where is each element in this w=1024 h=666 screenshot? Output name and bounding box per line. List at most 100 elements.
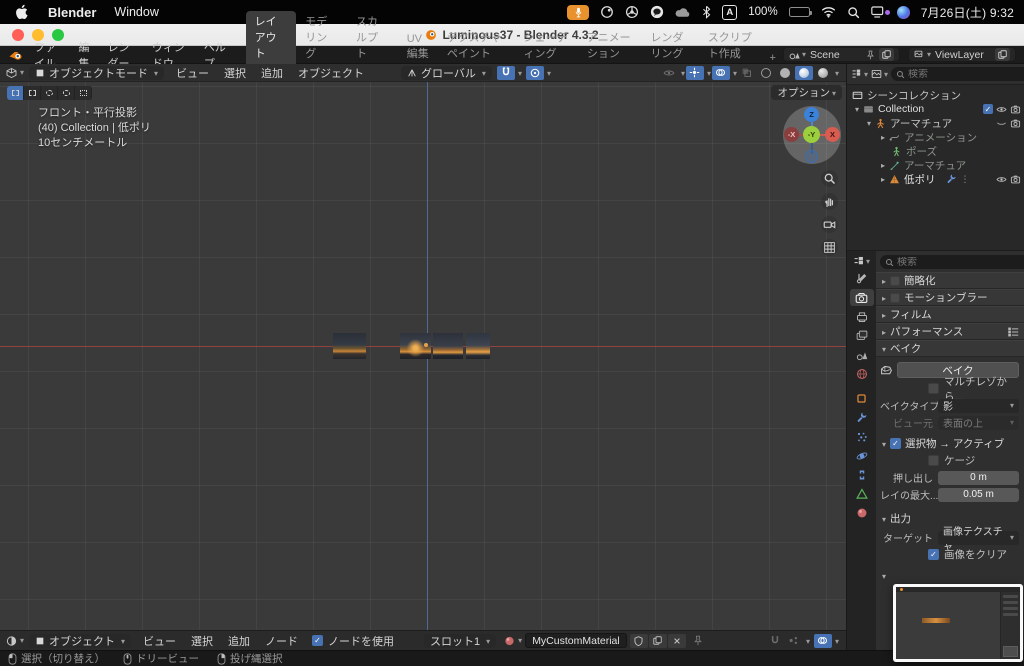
- tab-material-properties[interactable]: [850, 504, 874, 521]
- editor-type-shader-icon[interactable]: [5, 635, 24, 647]
- box-select-button[interactable]: [24, 86, 41, 100]
- row-label[interactable]: 低ポリ: [904, 172, 936, 187]
- camera-view-icon[interactable]: [821, 216, 838, 233]
- tab-sculpting[interactable]: スカルプト: [347, 11, 398, 64]
- outliner-row-armature-object[interactable]: アーマチュア: [847, 116, 1024, 130]
- shader-menu-node[interactable]: ノード: [258, 633, 305, 649]
- gizmo-x-ball[interactable]: X: [825, 127, 840, 142]
- tab-object-properties[interactable]: [850, 390, 874, 407]
- preset-list-icon[interactable]: [1008, 327, 1019, 337]
- disable-render-camera-icon[interactable]: [1010, 104, 1021, 115]
- expand-icon[interactable]: [867, 117, 871, 129]
- scene-name[interactable]: Scene: [810, 49, 862, 61]
- gizmo-neg-z-ball[interactable]: [805, 150, 818, 163]
- gizmo-neg-x-ball[interactable]: -X: [784, 127, 799, 142]
- 3d-viewport[interactable]: フロント・平行投影 (40) Collection | 低ポリ 10センチメート…: [0, 82, 846, 630]
- shader-overlays-arrow[interactable]: [833, 635, 839, 647]
- motion-blur-checkbox[interactable]: [890, 292, 901, 303]
- transform-orientation-selector[interactable]: グローバル: [401, 65, 492, 80]
- vp-menu-select[interactable]: 選択: [217, 65, 253, 81]
- cloud-app-icon[interactable]: [675, 6, 691, 18]
- use-nodes-checkbox[interactable]: [312, 635, 324, 646]
- circle-select-button[interactable]: [41, 86, 58, 100]
- outliner-row-armature-data[interactable]: アーマチュア: [847, 158, 1024, 172]
- editor-type-properties-icon[interactable]: [850, 254, 874, 268]
- tab-modifier-properties[interactable]: [850, 409, 874, 426]
- outliner-row-scene-collection[interactable]: シーンコレクション: [847, 88, 1024, 102]
- tab-uv-editing[interactable]: UV編集: [398, 31, 438, 64]
- select-mode-extra-button[interactable]: [75, 86, 92, 100]
- tweak-select-button[interactable]: [7, 86, 24, 100]
- show-object-types-arrow[interactable]: [679, 67, 685, 79]
- vp-menu-add[interactable]: 追加: [254, 65, 290, 81]
- scene-browse-icon[interactable]: [789, 50, 806, 60]
- tab-output-properties[interactable]: [850, 308, 874, 325]
- tab-animation[interactable]: アニメーション: [578, 27, 642, 64]
- tab-rendering[interactable]: レンダリング: [641, 27, 698, 64]
- menubar-item-window[interactable]: Window: [114, 5, 158, 19]
- expand-icon[interactable]: [881, 173, 885, 185]
- disable-render-camera-icon[interactable]: [1010, 118, 1021, 129]
- tab-object-data-properties[interactable]: [850, 485, 874, 502]
- expand-icon[interactable]: [881, 159, 885, 171]
- snap-dropdown-arrow[interactable]: [516, 67, 522, 79]
- row-label[interactable]: アーマチュア: [890, 116, 952, 131]
- scene-selector[interactable]: Scene: [782, 47, 900, 62]
- input-source-icon[interactable]: A: [722, 4, 738, 20]
- panel-motion-blur[interactable]: モーションブラー: [876, 289, 1024, 306]
- material-name[interactable]: MyCustomMaterial: [532, 635, 620, 647]
- shader-snap-arrow[interactable]: [804, 635, 810, 647]
- shader-snap-target-icon[interactable]: [785, 634, 803, 648]
- material-slot-selector[interactable]: スロット1: [424, 633, 497, 648]
- editor-type-outliner-icon[interactable]: [851, 69, 868, 79]
- viewlayer-selector[interactable]: ViewLayer: [907, 47, 1016, 62]
- tab-viewlayer-properties[interactable]: [850, 327, 874, 344]
- panel-bake[interactable]: ベイク: [876, 340, 1024, 357]
- panel-performance[interactable]: パフォーマンス: [876, 323, 1024, 340]
- simplify-checkbox[interactable]: [890, 275, 901, 286]
- material-name-field[interactable]: MyCustomMaterial: [525, 633, 627, 648]
- shading-dropdown-arrow[interactable]: [833, 67, 839, 79]
- tab-texture-paint[interactable]: テクスチャペイント: [438, 27, 515, 64]
- max-ray-field[interactable]: 0.05 m: [938, 487, 1019, 502]
- expand-icon[interactable]: [881, 131, 885, 143]
- toggle-ortho-icon[interactable]: [821, 239, 838, 256]
- target-dropdown[interactable]: 画像テクスチャ: [938, 527, 1019, 553]
- menubar-datetime[interactable]: 7月26日(土) 9:32: [921, 4, 1014, 21]
- row-label[interactable]: アーマチュア: [904, 158, 966, 173]
- tab-modeling[interactable]: モデリング: [296, 11, 347, 64]
- properties-search-input[interactable]: [897, 256, 1024, 268]
- panel-film[interactable]: フィルム: [876, 306, 1024, 323]
- shutter-app-icon[interactable]: [625, 5, 639, 19]
- panel-simplify[interactable]: 簡略化: [876, 272, 1024, 289]
- gizmo-z-ball[interactable]: Z: [804, 107, 819, 122]
- zoom-view-icon[interactable]: [821, 170, 838, 187]
- proportional-edit-toggle[interactable]: [525, 65, 544, 80]
- tab-render-properties[interactable]: [849, 289, 874, 306]
- xray-toggle[interactable]: [738, 66, 756, 80]
- tab-scene-properties[interactable]: [850, 346, 874, 363]
- battery-icon[interactable]: [788, 7, 812, 17]
- tab-layout[interactable]: レイアウト: [245, 10, 297, 64]
- new-viewlayer-button[interactable]: [995, 48, 1010, 61]
- shader-overlays-toggle[interactable]: [813, 633, 832, 648]
- bluetooth-icon[interactable]: [702, 5, 711, 19]
- wifi-icon[interactable]: [821, 6, 836, 18]
- clear-image-checkbox[interactable]: [928, 549, 939, 560]
- outliner-row-pose[interactable]: ポーズ: [847, 144, 1024, 158]
- tab-scripting[interactable]: スクリプト作成: [699, 27, 763, 64]
- subpanel-margin[interactable]: [882, 570, 1019, 582]
- shading-rendered-button[interactable]: [814, 66, 832, 80]
- navigation-gizmo[interactable]: Z -X X -Y: [783, 106, 841, 164]
- row-label[interactable]: ポーズ: [906, 144, 937, 159]
- outliner-row-collection[interactable]: Collection: [847, 102, 1024, 116]
- row-label[interactable]: アニメーション: [904, 130, 977, 145]
- blender-logo-icon[interactable]: [8, 49, 23, 61]
- pan-view-icon[interactable]: [821, 193, 838, 210]
- gizmo-neg-y-ball[interactable]: -Y: [803, 126, 820, 143]
- shader-snap-icon[interactable]: [766, 634, 784, 648]
- shader-menu-select[interactable]: 選択: [184, 633, 220, 649]
- bake-type-dropdown[interactable]: 影: [938, 398, 1019, 413]
- subpanel-selected-to-active[interactable]: 選択物 → アクティブ: [882, 436, 1019, 451]
- viewlayer-browse-icon[interactable]: [914, 50, 931, 60]
